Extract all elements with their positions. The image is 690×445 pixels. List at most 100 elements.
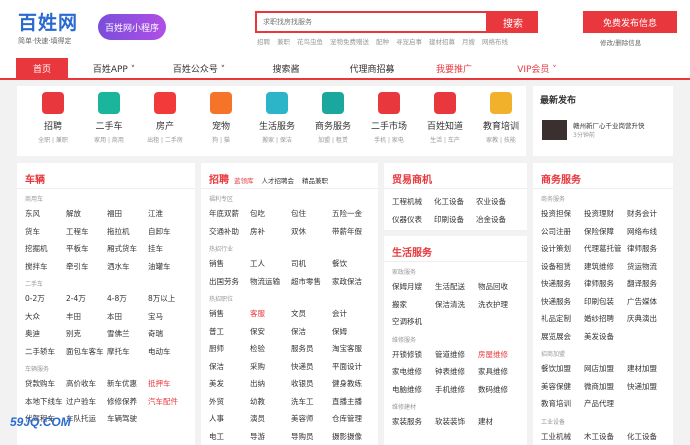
search-input[interactable] [263,18,486,26]
link-item[interactable]: 电脑维修 [392,384,435,402]
link-item[interactable]: 礼品定制 [541,313,584,331]
link-item[interactable]: 福田 [107,208,148,226]
link-item[interactable]: 新车优惠 [107,378,148,396]
trade-title[interactable]: 贸易商机 [392,171,432,186]
link-item[interactable]: 印刷包装 [584,296,627,314]
link-item[interactable]: 0-2万 [25,293,66,311]
link-item[interactable]: 家政保洁 [332,276,373,294]
business-title[interactable]: 商务服务 [541,171,581,186]
link-item[interactable]: 采购 [250,361,291,379]
recruit-title-text[interactable]: 招聘 [209,175,229,186]
link-item[interactable]: 车队托运 [66,413,107,431]
link-item[interactable]: 房屋维修 [478,349,521,367]
link-item[interactable]: 翻译服务 [627,278,670,296]
link-item[interactable]: 软装装饰 [435,416,478,434]
link-item[interactable]: 网络布线 [627,226,670,244]
link-item[interactable]: 超市零售 [291,276,332,294]
link-item[interactable]: 检验 [250,343,291,361]
link-item[interactable]: 冶金设备 [476,214,518,231]
link-item[interactable]: 客服 [250,308,291,326]
link-item[interactable]: 别克 [66,328,107,346]
link-item[interactable]: 律师服务 [627,243,670,261]
link-item[interactable]: 律师服务 [584,278,627,296]
link-item[interactable]: 保洁清洗 [435,299,478,317]
link-item[interactable]: 幼教 [250,396,291,414]
link-item[interactable]: 电工 [209,431,250,445]
link-item[interactable]: 电动车 [148,346,189,364]
link-item[interactable]: 自卸车 [148,226,189,244]
link-item[interactable]: 普工 [209,326,250,344]
link-item[interactable]: 高价收车 [66,378,107,396]
link-item[interactable]: 保洁 [209,361,250,379]
link-item[interactable]: 包吃 [250,208,291,226]
hot-word-link[interactable]: 配种 [376,38,389,46]
link-item[interactable]: 拖拉机 [107,226,148,244]
link-item[interactable]: 淘宝客服 [332,343,373,361]
link-item[interactable]: 4-8万 [107,293,148,311]
link-item[interactable]: 手机维修 [435,384,478,402]
link-item[interactable]: 牵引车 [66,261,107,279]
link-item[interactable]: 产品代理 [584,398,627,416]
link-item[interactable]: 奥迪 [25,328,66,346]
link-item[interactable]: 挖掘机 [25,243,66,261]
link-item[interactable]: 人事 [209,413,250,431]
link-item[interactable]: 江淮 [148,208,189,226]
tab-parttime[interactable]: 精品兼职 [302,177,328,185]
link-item[interactable]: 代理葛托管 [584,243,627,261]
link-item[interactable]: 汽车配件 [148,396,189,414]
link-item[interactable]: 物品回收 [478,281,521,299]
category-item[interactable]: 二手车 家用 | 商用 [81,92,137,144]
link-item[interactable]: 东风 [25,208,66,226]
life-title[interactable]: 生活服务 [392,244,432,259]
link-item[interactable]: 庆典演出 [627,313,670,331]
link-item[interactable]: 家电维修 [392,366,435,384]
link-item[interactable]: 本田 [107,311,148,329]
link-item[interactable]: 抵押车 [148,378,189,396]
link-item[interactable]: 微商加盟 [584,381,627,399]
link-item[interactable]: 美容师 [291,413,332,431]
link-item[interactable]: 货车 [25,226,66,244]
hot-word-link[interactable]: 建材招募 [429,38,455,46]
link-item[interactable]: 餐饮加盟 [541,363,584,381]
hot-word-link[interactable]: 寻宠启事 [396,38,422,46]
tab-job-fair[interactable]: 人才招聘会 [262,177,295,185]
link-item[interactable]: 建材加盟 [627,363,670,381]
link-item[interactable]: 销售 [209,258,250,276]
link-item[interactable]: 修修保养 [107,396,148,414]
link-item[interactable]: 家具维修 [478,366,521,384]
link-item[interactable]: 过户验车 [66,396,107,414]
link-item[interactable]: 管道维修 [435,349,478,367]
link-item[interactable]: 双休 [291,226,332,244]
link-item[interactable]: 2-4万 [66,293,107,311]
link-item[interactable]: 物流运输 [250,276,291,294]
link-item[interactable]: 建材 [478,416,521,434]
link-item[interactable]: 健身教练 [332,378,373,396]
link-item[interactable]: 投资担保 [541,208,584,226]
nav-item[interactable]: 代理商招募 [335,58,409,78]
nav-item[interactable]: 搜索酱 [258,58,314,78]
link-item[interactable]: 生活配送 [435,281,478,299]
link-item[interactable]: 直播主播 [332,396,373,414]
link-item[interactable]: 丰田 [66,311,107,329]
link-item[interactable]: 保姆月嫂 [392,281,435,299]
link-item[interactable]: 会计 [332,308,373,326]
nav-item[interactable]: 我要推广 [425,58,483,78]
link-item[interactable]: 带薪年假 [332,226,373,244]
link-item[interactable]: 服务员 [291,343,332,361]
link-item[interactable]: 出纳 [250,378,291,396]
category-item[interactable]: 商务服务 加盟 | 租赁 [305,92,361,144]
tab-bluecollar[interactable]: 蓝领库 [234,177,254,185]
link-item[interactable]: 交通补助 [209,226,250,244]
category-item[interactable]: 百姓知道 生活 | 车产 [417,92,473,144]
post-info-button[interactable]: 免费发布信息 [583,11,677,33]
link-item[interactable]: 奇瑞 [148,328,189,346]
link-item[interactable]: 厨师 [209,343,250,361]
link-item[interactable]: 货运物流 [627,261,670,279]
link-item[interactable]: 化工设备 [434,196,476,214]
logo[interactable]: 百姓网 简单·快速·填得定 [18,8,78,46]
link-item[interactable]: 宝马 [148,311,189,329]
link-item[interactable]: 车辆驾驶 [107,413,148,431]
link-item[interactable]: 投资理财 [584,208,627,226]
link-item[interactable]: 厢式货车 [107,243,148,261]
link-item[interactable]: 广告媒体 [627,296,670,314]
